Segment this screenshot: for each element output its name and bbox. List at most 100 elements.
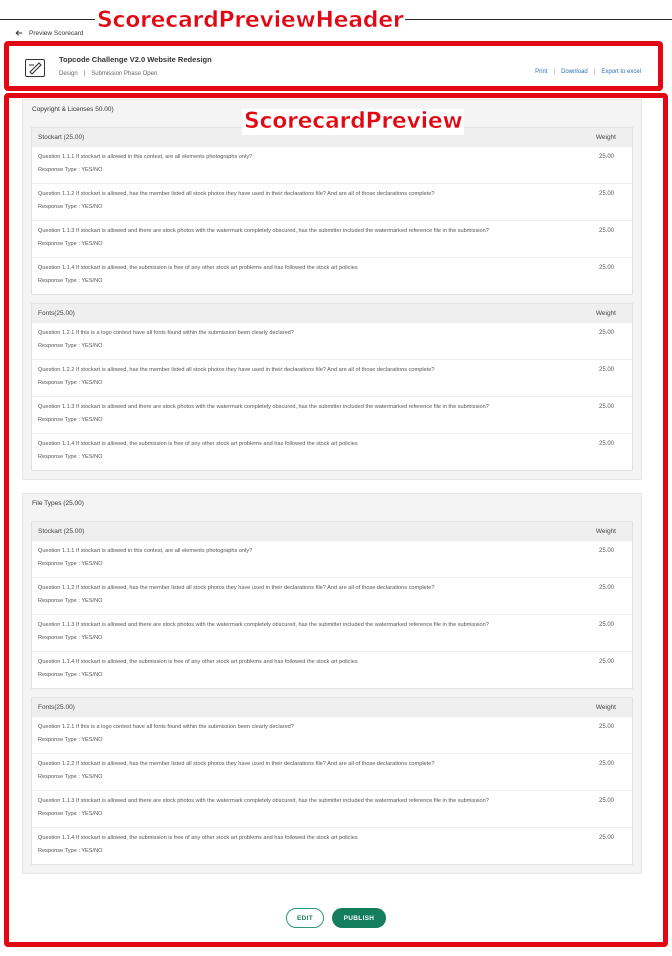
link-separator: | <box>593 69 596 75</box>
question-weight: 25.00 <box>598 191 614 197</box>
question-row: Question 1.2.2 If stockart is allowed, h… <box>32 359 632 396</box>
preview-annotation-label: ScorecardPreview <box>242 109 465 135</box>
scorecard-preview-header: Topcode Challenge V2.0 Website Redesign … <box>14 49 657 87</box>
question-weight: 25.00 <box>598 761 614 767</box>
question-weight: 25.00 <box>598 367 614 373</box>
download-link[interactable]: Download <box>561 69 588 75</box>
group-title: Stockart (25.00) <box>38 133 85 141</box>
question-row: Question 1.1.3 If stockart is allowed an… <box>32 790 632 827</box>
response-type: Response Type : YES/NO <box>38 204 103 210</box>
header-annotation-label: ScorecardPreviewHeader <box>95 8 406 34</box>
question-text: Question 1.1.2 If stockart is allowed, h… <box>38 585 435 591</box>
weight-header: Weight <box>595 527 616 535</box>
export-excel-link[interactable]: Export to excel <box>601 69 641 75</box>
response-type: Response Type : YES/NO <box>38 167 103 173</box>
question-row: Question 1.1.2 If stockart is allowed, h… <box>32 577 632 614</box>
back-link-label: Preview Scorecard <box>29 29 84 37</box>
question-weight: 25.00 <box>598 835 614 841</box>
response-type: Response Type : YES/NO <box>38 561 103 567</box>
question-text: Question 1.1.4 If stockart is allowed, t… <box>38 265 358 271</box>
question-group: Stockart (25.00) Weight Question 1.1.1 If … <box>31 127 633 295</box>
challenge-track: Design <box>59 71 78 77</box>
challenge-phase: Submission Phase Open <box>91 71 158 77</box>
group-header: Fonts(25.00) Weight <box>32 698 632 716</box>
question-text: Question 1.2.2 If stockart is allowed, h… <box>38 367 435 373</box>
group-title: Fonts(25.00) <box>38 309 75 317</box>
response-type: Response Type : YES/NO <box>38 380 103 386</box>
question-weight: 25.00 <box>598 585 614 591</box>
question-weight: 25.00 <box>598 404 614 410</box>
question-text: Question 1.2.2 If stockart is allowed, h… <box>38 761 435 767</box>
response-type: Response Type : YES/NO <box>38 454 103 460</box>
question-weight: 25.00 <box>598 265 614 271</box>
question-row: Question 1.1.2 If stockart is allowed, h… <box>32 183 632 220</box>
question-row: Question 1.1.3 If stockart is allowed an… <box>32 220 632 257</box>
response-type: Response Type : YES/NO <box>38 241 103 247</box>
question-row: Question 1.1.4 If stockart is allowed, t… <box>32 257 632 294</box>
question-weight: 25.00 <box>598 228 614 234</box>
question-text: Question 1.1.3 If stockart is allowed an… <box>38 622 489 628</box>
question-text: Question 1.1.2 If stockart is allowed, h… <box>38 191 435 197</box>
question-weight: 25.00 <box>598 330 614 336</box>
publish-button[interactable]: PUBLISH <box>332 908 386 928</box>
question-row: Question 1.1.4 If stockart is allowed, t… <box>32 651 632 688</box>
meta-separator: | <box>83 71 86 77</box>
print-link[interactable]: Print <box>535 69 547 75</box>
question-row: Question 1.2.2 If stockart is allowed, h… <box>32 753 632 790</box>
arrow-left-icon <box>15 30 23 36</box>
scorecard-section: Copyright & Licenses 50.00) Stockart (25.… <box>22 99 642 480</box>
header-links: Print | Download | Export to excel <box>535 69 641 75</box>
weight-header: Weight <box>595 309 616 317</box>
question-text: Question 1.1.3 If stockart is allowed an… <box>38 798 489 804</box>
question-text: Question 1.1.3 If stockart is allowed an… <box>38 228 489 234</box>
response-type: Response Type : YES/NO <box>38 635 103 641</box>
response-type: Response Type : YES/NO <box>38 811 103 817</box>
question-group: Fonts(25.00) Weight Question 1.2.1 If this… <box>31 697 633 865</box>
question-text: Question 1.2.1 If this is a logo contest… <box>38 330 294 336</box>
group-header: Stockart (25.00) Weight <box>32 522 632 540</box>
response-type: Response Type : YES/NO <box>38 343 103 349</box>
question-row: Question 1.2.1 If this is a logo contest… <box>32 322 632 359</box>
question-weight: 25.00 <box>598 798 614 804</box>
challenge-logo-icon <box>25 59 45 77</box>
question-weight: 25.00 <box>598 659 614 665</box>
response-type: Response Type : YES/NO <box>38 774 103 780</box>
response-type: Response Type : YES/NO <box>38 672 103 678</box>
question-weight: 25.00 <box>598 724 614 730</box>
question-text: Question 1.1.1 If stockart is allowed in… <box>38 548 253 554</box>
question-row: Question 1.1.3 If stockart is allowed an… <box>32 396 632 433</box>
question-weight: 25.00 <box>598 441 614 447</box>
challenge-title: Topcode Challenge V2.0 Website Redesign <box>59 55 212 64</box>
link-separator: | <box>553 69 556 75</box>
question-weight: 25.00 <box>598 548 614 554</box>
section-title: File Types (25.00) <box>32 500 84 507</box>
response-type: Response Type : YES/NO <box>38 278 103 284</box>
response-type: Response Type : YES/NO <box>38 848 103 854</box>
response-type: Response Type : YES/NO <box>38 417 103 423</box>
weight-header: Weight <box>595 703 616 711</box>
question-text: Question 1.1.4 If stockart is allowed, t… <box>38 835 358 841</box>
edit-button[interactable]: EDIT <box>286 908 324 928</box>
question-text: Question 1.1.4 If stockart is allowed, t… <box>38 659 358 665</box>
question-weight: 25.00 <box>598 622 614 628</box>
weight-header: Weight <box>595 133 616 141</box>
question-row: Question 1.1.3 If stockart is allowed an… <box>32 614 632 651</box>
group-header: Fonts(25.00) Weight <box>32 304 632 322</box>
group-title: Fonts(25.00) <box>38 703 75 711</box>
question-group: Fonts(25.00) Weight Question 1.2.1 If this… <box>31 303 633 471</box>
question-row: Question 1.1.4 If stockart is allowed, t… <box>32 433 632 470</box>
group-title: Stockart (25.00) <box>38 527 85 535</box>
back-link[interactable]: Preview Scorecard <box>15 29 84 37</box>
question-row: Question 1.2.1 If this is a logo contest… <box>32 716 632 753</box>
question-row: Question 1.1.1 If stockart is allowed in… <box>32 146 632 183</box>
question-row: Question 1.1.1 If stockart is allowed in… <box>32 540 632 577</box>
question-text: Question 1.1.4 If stockart is allowed, t… <box>38 441 358 447</box>
response-type: Response Type : YES/NO <box>38 737 103 743</box>
scorecard-preview: Copyright & Licenses 50.00) Stockart (25.… <box>22 99 642 887</box>
question-row: Question 1.1.4 If stockart is allowed, t… <box>32 827 632 864</box>
question-text: Question 1.2.1 If this is a logo contest… <box>38 724 294 730</box>
response-type: Response Type : YES/NO <box>38 598 103 604</box>
scorecard-section: File Types (25.00) Stockart (25.00) Weight… <box>22 493 642 874</box>
question-text: Question 1.1.1 If stockart is allowed in… <box>38 154 253 160</box>
question-weight: 25.00 <box>598 154 614 160</box>
